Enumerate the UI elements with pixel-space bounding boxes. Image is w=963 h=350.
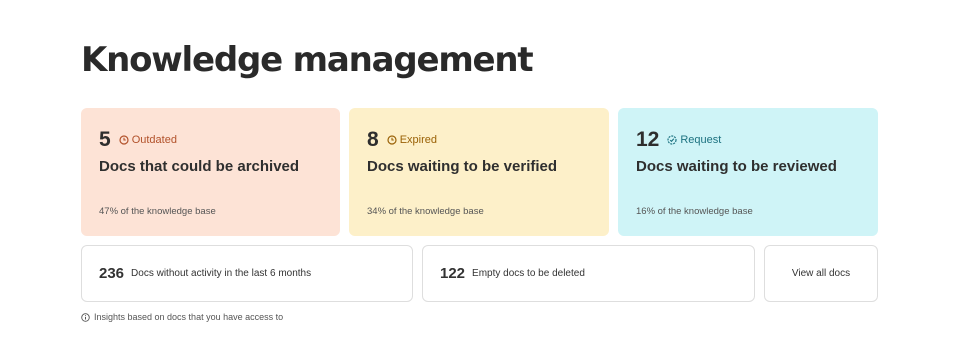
stat-label: Empty docs to be deleted	[472, 268, 585, 279]
card-share: 16% of the knowledge base	[636, 206, 753, 217]
clock-icon	[387, 135, 397, 145]
status-badge-label: Outdated	[131, 134, 177, 146]
check-badge-icon	[667, 135, 677, 145]
insights-footnote: Insights based on docs that you have acc…	[81, 312, 283, 322]
card-label: Docs waiting to be verified	[367, 158, 558, 175]
status-badge: Request	[667, 134, 721, 146]
card-label: Docs waiting to be reviewed	[636, 158, 837, 175]
stat-count: 122	[440, 265, 466, 282]
card-count-row: 8 Expired	[367, 128, 437, 152]
view-all-docs-label: View all docs	[791, 268, 851, 279]
card-share: 34% of the knowledge base	[367, 206, 484, 217]
card-share: 47% of the knowledge base	[99, 206, 216, 217]
info-icon	[81, 312, 90, 322]
card-count: 12	[636, 128, 660, 151]
stat-inactive-docs[interactable]: 236 Docs without activity in the last 6 …	[81, 245, 413, 302]
status-badge: Outdated	[119, 134, 177, 146]
card-count-row: 5 Outdated	[99, 128, 177, 152]
card-count-row: 12 Request	[636, 128, 721, 152]
status-badge-label: Request	[680, 134, 722, 146]
card-request[interactable]: 12 Request Docs waiting to be reviewed 1…	[618, 108, 878, 236]
stat-label: Docs without activity in the last 6 mont…	[131, 268, 312, 279]
status-badge-label: Expired	[399, 134, 437, 146]
card-outdated[interactable]: 5 Outdated Docs that could be archived 4…	[81, 108, 340, 236]
card-count: 8	[367, 128, 379, 151]
card-expired[interactable]: 8 Expired Docs waiting to be verified 34…	[349, 108, 609, 236]
card-label: Docs that could be archived	[99, 158, 300, 175]
view-all-docs-button[interactable]: View all docs	[764, 245, 878, 302]
status-badge: Expired	[387, 134, 437, 146]
card-count: 5	[99, 128, 111, 151]
stat-empty-docs[interactable]: 122 Empty docs to be deleted	[422, 245, 755, 302]
footnote-text: Insights based on docs that you have acc…	[94, 312, 284, 322]
clock-icon	[119, 135, 129, 145]
page-title: Knowledge management	[81, 40, 534, 80]
stat-count: 236	[99, 265, 125, 282]
